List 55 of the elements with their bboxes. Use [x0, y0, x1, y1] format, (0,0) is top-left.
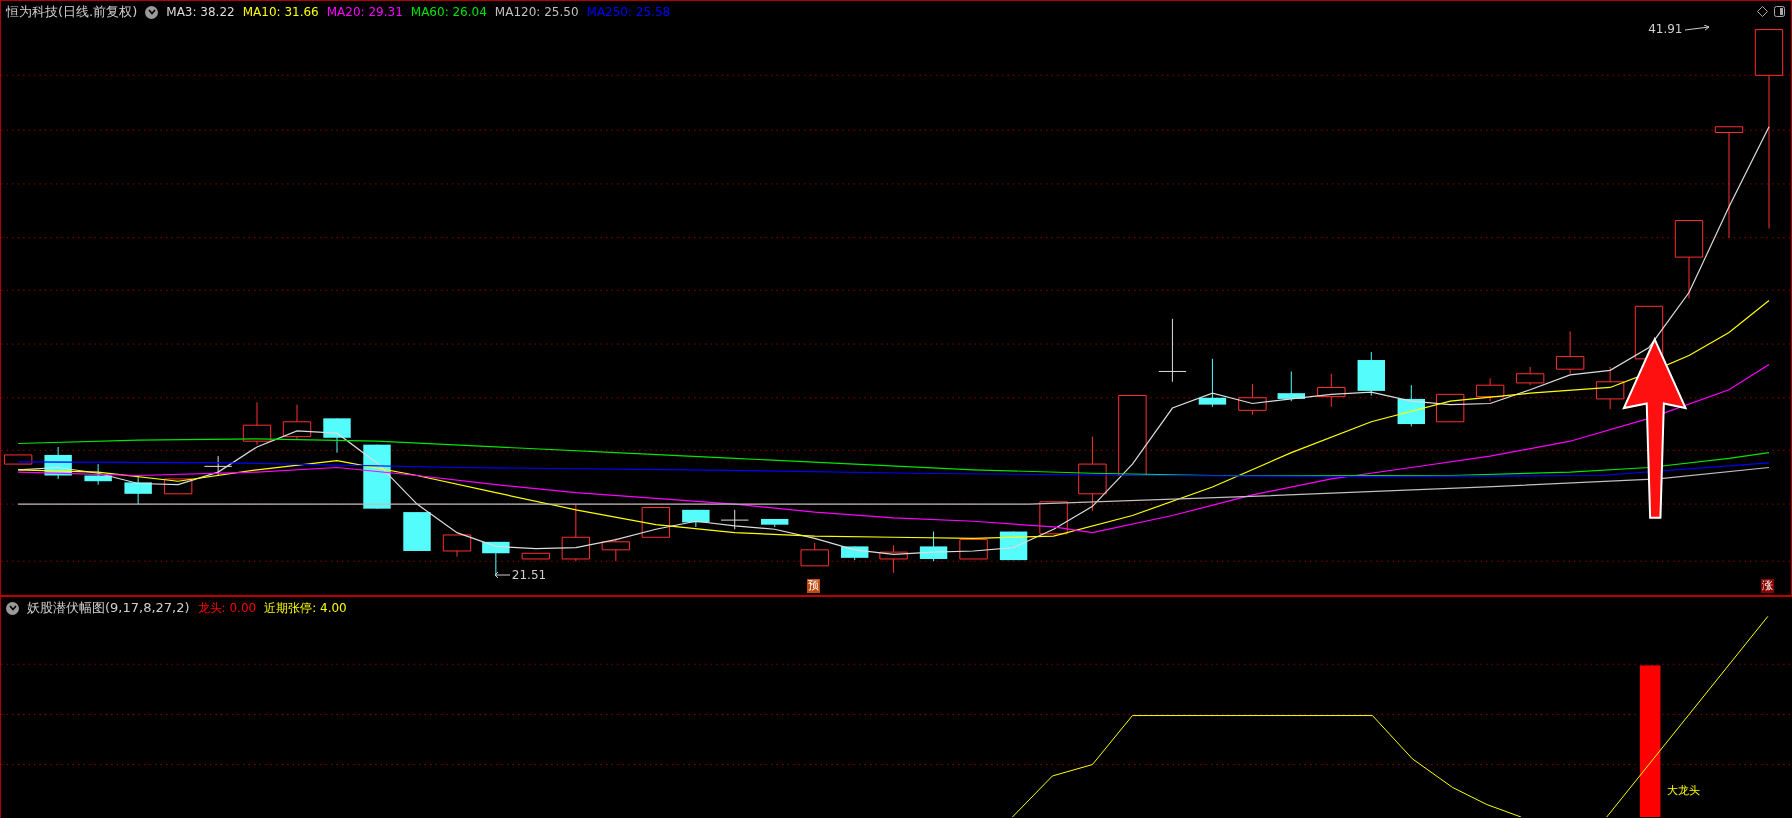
moving-average-value: MA3: 38.22	[166, 5, 235, 19]
candlestick	[761, 518, 789, 528]
indicator-value: 近期张停: 4.00	[264, 599, 347, 617]
signal-badge: 预	[806, 579, 820, 593]
dropdown-icon[interactable]	[145, 5, 159, 19]
candlestick	[44, 446, 72, 480]
candlestick	[1238, 383, 1267, 416]
candlestick	[84, 463, 112, 486]
candlestick	[879, 544, 908, 574]
chart-title: 恒为科技(日线.前复权)	[6, 3, 138, 21]
candlestick	[124, 475, 152, 505]
candlestick	[1158, 318, 1187, 383]
candlestick	[959, 539, 988, 560]
candlestick	[1317, 373, 1346, 408]
candlestick	[841, 545, 869, 561]
candlestick	[1475, 377, 1505, 402]
signal-label: 大龙头	[1667, 783, 1701, 798]
candlestick	[203, 455, 233, 476]
candlestick	[482, 541, 510, 577]
moving-average-value: MA10: 31.66	[242, 5, 319, 19]
candlestick	[242, 401, 272, 446]
pointer-arrow-icon	[1684, 24, 1711, 33]
moving-average-value: MA120: 25.50	[494, 5, 579, 19]
candlestick	[561, 503, 591, 562]
candlestick	[800, 542, 829, 567]
high-price-label: 41.91	[1648, 21, 1683, 36]
candlestick	[521, 552, 551, 560]
candlestick	[442, 534, 472, 558]
candlestick	[601, 537, 631, 562]
candlestick	[1555, 330, 1585, 375]
low-price-label: 21.51	[511, 567, 547, 582]
signal-badge: 涨	[1760, 579, 1774, 593]
candlestick	[1277, 370, 1305, 402]
dropdown-icon[interactable]	[6, 601, 19, 615]
candlestick	[1397, 384, 1425, 427]
candlestick	[282, 404, 312, 440]
pointer-arrow-icon	[493, 570, 510, 579]
indicator-value: 龙头: 0.00	[197, 599, 257, 617]
moving-average-value: MA250: 25.58	[586, 5, 671, 19]
moving-average-value: MA20: 29.31	[326, 5, 403, 19]
candlestick	[1515, 366, 1545, 386]
candlestick	[720, 509, 749, 530]
candlestick	[3, 454, 33, 465]
candlestick	[323, 417, 351, 454]
moving-average-value: MA60: 26.04	[410, 5, 487, 19]
candlestick	[682, 509, 710, 528]
candlestick	[1357, 351, 1385, 396]
diamond-icon[interactable]	[1757, 6, 1768, 17]
candlestick	[641, 507, 671, 538]
candlestick	[1198, 358, 1227, 408]
indicator-title: 妖股潜伏幅图(9,17,8,27,2)	[27, 599, 190, 617]
candlestick	[1595, 366, 1625, 410]
candlestick	[919, 531, 948, 562]
panel-toggle-icon[interactable]	[1774, 6, 1785, 17]
candlestick	[403, 511, 431, 552]
